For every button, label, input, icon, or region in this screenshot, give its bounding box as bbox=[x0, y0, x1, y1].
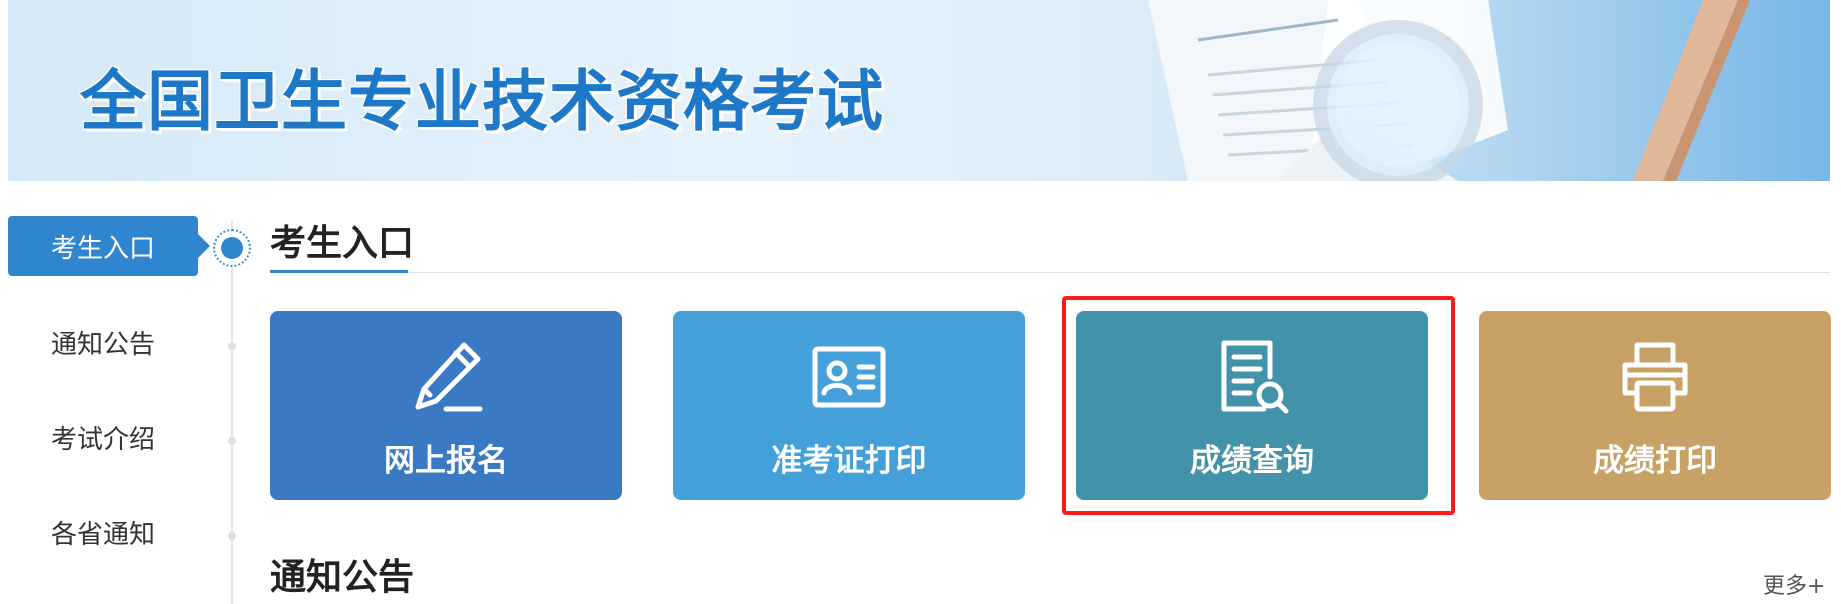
score-print-button[interactable]: 成绩打印 bbox=[1479, 311, 1831, 500]
admission-ticket-print-button[interactable]: 准考证打印 bbox=[673, 311, 1025, 500]
section-title-candidate-entry: 考生入口 bbox=[270, 223, 415, 264]
section-title-underline bbox=[270, 270, 408, 273]
timeline-dot bbox=[228, 342, 236, 350]
header-banner: 全国卫生专业技术资格考试 bbox=[8, 0, 1830, 181]
tile-label: 准考证打印 bbox=[771, 443, 927, 479]
tile-label: 成绩查询 bbox=[1190, 443, 1314, 479]
timeline-active-dot bbox=[213, 229, 251, 267]
tile-label: 网上报名 bbox=[384, 443, 508, 479]
sidebar-item-province-notices[interactable]: 各省通知 bbox=[8, 502, 198, 562]
document-search-icon bbox=[1221, 340, 1289, 414]
timeline-line bbox=[231, 220, 233, 604]
tile-label: 成绩打印 bbox=[1593, 443, 1717, 479]
sidebar-item-notices[interactable]: 通知公告 bbox=[8, 312, 198, 372]
section-divider bbox=[270, 272, 1830, 273]
sidebar-item-candidate-entry[interactable]: 考生入口 bbox=[8, 216, 210, 276]
section-title-notices: 通知公告 bbox=[270, 557, 415, 598]
more-link[interactable]: 更多+ bbox=[1763, 568, 1825, 600]
banner-title: 全国卫生专业技术资格考试 bbox=[80, 63, 884, 140]
timeline-dot bbox=[228, 437, 236, 445]
banner-illustration bbox=[1148, 0, 1750, 181]
online-registration-button[interactable]: 网上报名 bbox=[270, 311, 622, 500]
printer-icon bbox=[1622, 342, 1688, 412]
pencil-icon bbox=[415, 342, 483, 412]
timeline-dot bbox=[228, 532, 236, 540]
id-card-icon bbox=[812, 346, 886, 408]
score-query-button[interactable]: 成绩查询 bbox=[1076, 311, 1428, 500]
sidebar-item-exam-intro[interactable]: 考试介绍 bbox=[8, 407, 198, 467]
